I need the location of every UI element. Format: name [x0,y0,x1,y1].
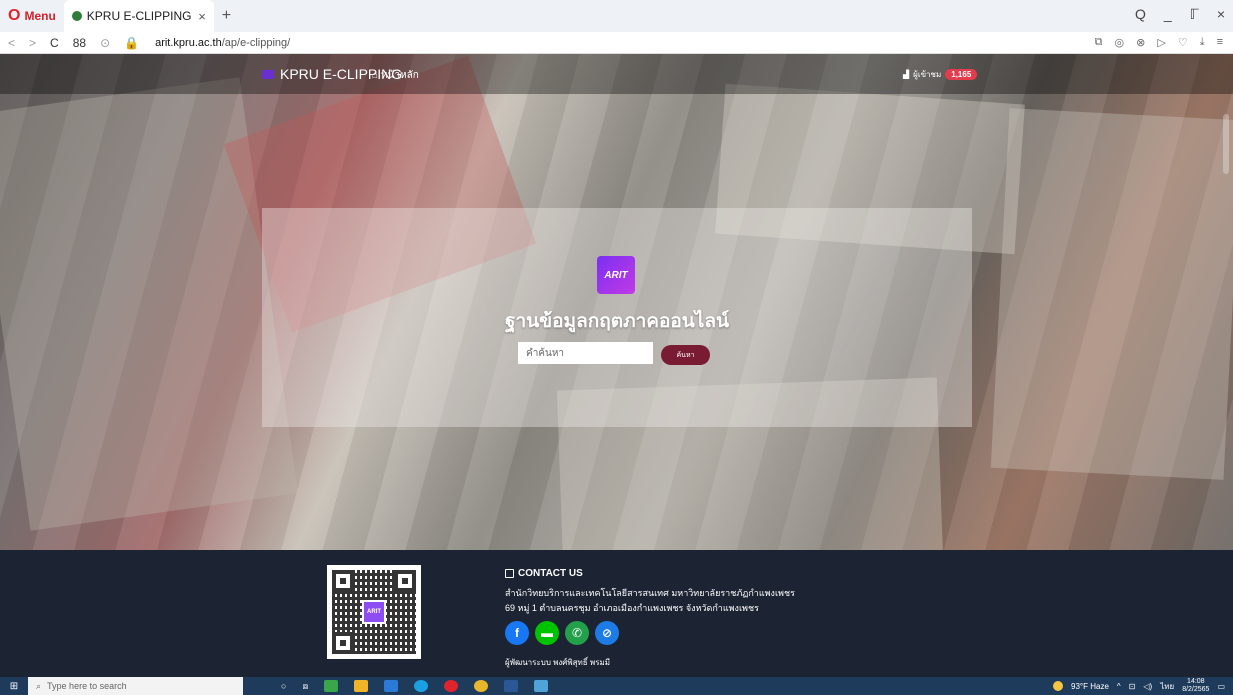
address-toolbar-icons: ⧉ ◎ ⊗ ▷ ♡ ⤓ ≡ [1095,36,1223,49]
snapshot-icon[interactable]: ⧉ [1095,36,1103,49]
chevron-up-icon[interactable]: ^ [1117,682,1121,691]
page-title: ฐานข้อมูลกฤตภาคออนไลน์ [505,311,729,332]
brand-logo-icon [262,69,274,79]
volume-icon[interactable]: ◁) [1143,682,1152,691]
page-hero: KPRU E-CLIPPING ⌂ หน้าหลัก ▟ ผู้เข้าชม 1… [0,54,1233,550]
weather-text[interactable]: 93°F Haze [1071,682,1109,691]
nav-buttons: < > C 88 ⊙ 🔒 [0,36,147,50]
browser-tab-bar: O Menu KPRU E-CLIPPING × + Q _ ℾ × [0,0,1233,32]
word-icon[interactable] [504,680,519,692]
url-host: arit.kpru.ac.th [155,36,222,49]
clock[interactable]: 14:08 8/2/2565 [1182,678,1209,694]
vpn-icon[interactable]: ⊗ [1136,36,1145,49]
scrollbar[interactable] [1223,114,1229,174]
language-indicator[interactable]: ไทย [1160,680,1174,693]
qr-code: ARIT [327,565,421,659]
windows-taskbar: ⊞ ⌕ Type here to search ○ ⧈ 93°F Haze ^ … [0,677,1233,695]
home-icon: ⌂ [372,70,379,81]
contact-card-icon [505,569,514,578]
browser-menu-button[interactable]: O Menu [0,0,64,32]
speed-dial-icon[interactable]: 88 [73,36,86,50]
link-icon[interactable]: ⊘ [595,621,619,645]
url-path: /ap/e-clipping/ [221,36,291,49]
address-bar: < > C 88 ⊙ 🔒 arit.kpru.ac.th/ap/e-clippi… [0,32,1233,54]
tab-title: KPRU E-CLIPPING [86,9,192,23]
visitors-label: ผู้เข้าชม [913,70,942,79]
organization-address: 69 หมู่ 1 ตำบลนครชุม อำเภอเมืองกำแพงเพชร… [505,603,759,613]
camera-icon[interactable]: ◎ [1115,36,1125,49]
maximize-icon[interactable]: ℾ [1190,6,1199,23]
opera-logo-icon: O [8,7,21,24]
search-input[interactable] [518,342,653,364]
close-window-icon[interactable]: × [1217,6,1225,23]
clock-date: 8/2/2565 [1182,686,1210,693]
notification-icon[interactable]: ▭ [1217,682,1225,691]
search-tabs-icon[interactable]: Q [1135,6,1146,23]
new-tab-button[interactable]: + [214,7,239,25]
favicon-icon [71,11,82,21]
developer-credit: ผู้พัฒนาระบบ พงศ์พิสุทธิ์ พรมมี [505,658,611,667]
teams-icon[interactable] [384,680,399,692]
app-icon[interactable] [534,680,549,692]
play-icon[interactable]: ▷ [1157,36,1165,49]
network-icon[interactable]: ⊡ [1129,682,1136,691]
menu-label: Menu [24,9,56,23]
visitors-count-badge: 1,165 [945,69,978,80]
signal-icon: ▟ [903,70,910,79]
newspaper-background [990,108,1233,480]
contact-title-label: CONTACT US [518,568,583,579]
qr-finder [394,570,416,592]
tab-close-icon[interactable]: × [198,9,206,24]
qr-finder [332,570,354,592]
menu-lines-icon[interactable]: ≡ [1217,36,1223,49]
line-app-icon[interactable] [324,680,339,692]
opera-taskbar-icon[interactable] [444,680,459,692]
contact-title: CONTACT US [505,568,583,579]
qr-logo: ARIT [362,600,386,624]
minimize-icon[interactable]: _ [1164,6,1172,23]
taskbar-apps: ○ ⧈ [281,680,549,692]
home-link[interactable]: ⌂ หน้าหลัก [372,68,419,83]
windows-start-icon[interactable]: ⊞ [0,681,28,692]
url-field[interactable]: arit.kpru.ac.th/ap/e-clipping/ [155,37,290,49]
shield-icon[interactable]: ⊙ [100,36,110,50]
taskbar-search-placeholder: Type here to search [47,681,127,691]
back-icon[interactable]: < [8,36,15,50]
arit-logo: ARIT [597,256,635,294]
visitor-counter: ▟ ผู้เข้าชม 1,165 [903,68,978,81]
facebook-icon[interactable]: f [505,621,529,645]
cortana-icon[interactable]: ○ [281,681,286,691]
taskbar-search[interactable]: ⌕ Type here to search [28,677,243,695]
qr-pattern: ARIT [332,570,416,654]
search-icon: ⌕ [36,680,42,691]
clock-time: 14:08 [1187,678,1205,685]
file-explorer-icon[interactable] [354,680,369,692]
heart-icon[interactable]: ♡ [1178,36,1188,49]
organization-name: สำนักวิทยบริการและเทคโนโลยีสารสนเทศ มหาว… [505,588,795,598]
download-icon[interactable]: ⤓ [1200,36,1205,49]
home-link-label: หน้าหลัก [381,70,419,81]
tab-title-wrap: KPRU E-CLIPPING [71,9,192,23]
line-icon[interactable]: ▬ [535,621,559,645]
social-links: f ▬ ✆ ⊘ [505,621,619,645]
chrome-icon[interactable] [474,680,489,692]
forward-icon[interactable]: > [29,36,36,50]
reload-icon[interactable]: C [50,36,59,50]
weather-icon [1053,681,1064,691]
window-controls: Q _ ℾ × [1135,6,1225,23]
qr-finder [332,632,354,654]
lock-icon: 🔒 [124,35,140,50]
browser-tab-active[interactable]: KPRU E-CLIPPING × [63,0,214,32]
system-tray: 93°F Haze ^ ⊡ ◁) ไทย 14:08 8/2/2565 ▭ [1053,678,1225,694]
edge-icon[interactable] [414,680,429,692]
site-navbar [0,54,1233,94]
phone-icon[interactable]: ✆ [565,621,589,645]
task-view-icon[interactable]: ⧈ [302,681,308,692]
site-footer: ARIT CONTACT US สำนักวิทยบริการและเทคโนโ… [0,550,1233,677]
search-button[interactable]: ค้นหา [661,345,710,365]
search-panel: ARIT ฐานข้อมูลกฤตภาคออนไลน์ ค้นหา [262,208,972,427]
